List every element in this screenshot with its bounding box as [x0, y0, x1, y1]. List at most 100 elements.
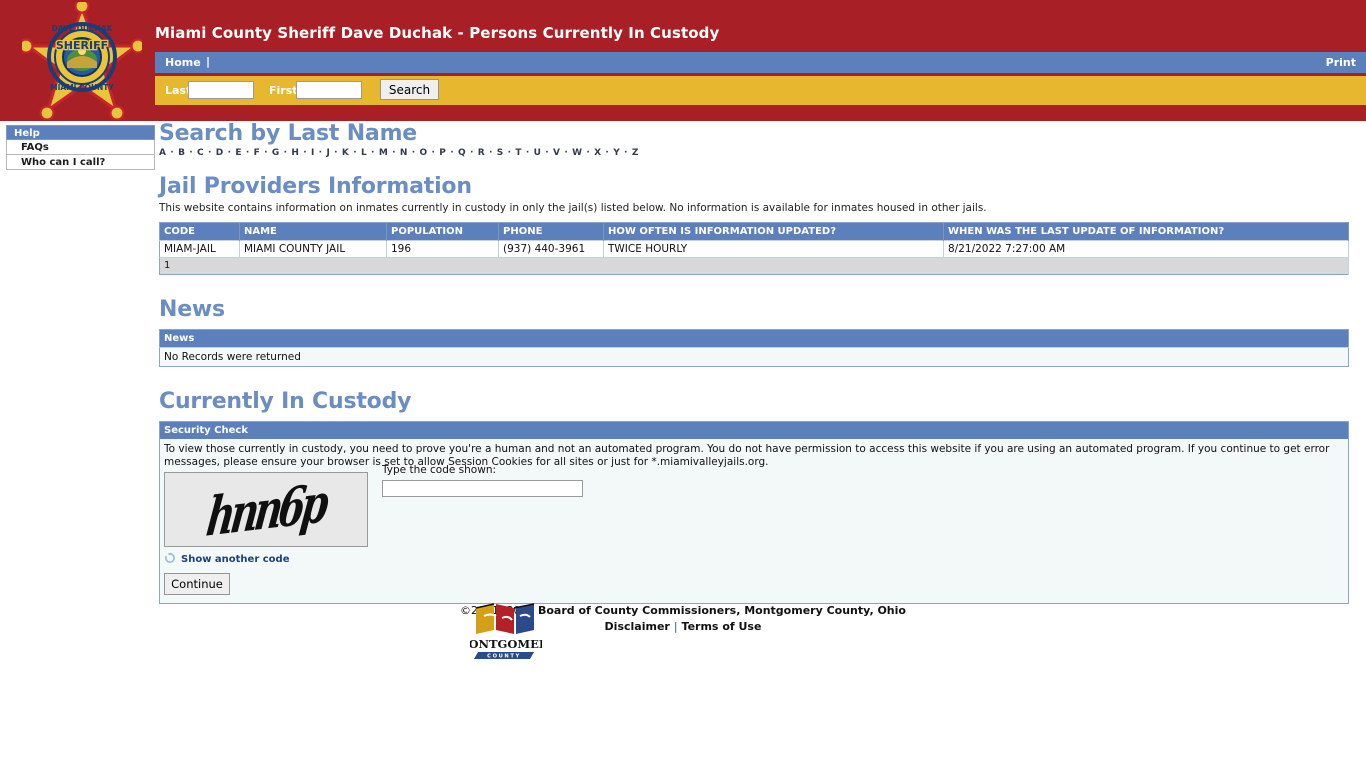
- primary-nav: Home | Print: [155, 52, 1366, 73]
- captcha-image: hnn6p: [164, 472, 368, 547]
- montgomery-county-logo: MONTGOMERY COUNTY: [456, 600, 557, 662]
- footer-link-terms-of-use[interactable]: Terms of Use: [682, 620, 762, 633]
- nav-link-print[interactable]: Print: [1326, 56, 1356, 69]
- alpha-separator: ·: [601, 148, 614, 158]
- news-table: News No Records were returned: [159, 329, 1349, 367]
- table-cell: MIAMI COUNTY JAIL: [239, 240, 387, 258]
- alpha-separator: ·: [485, 148, 497, 158]
- alpha-separator: ·: [522, 148, 534, 158]
- alpha-separator: ·: [408, 148, 420, 158]
- alpha-separator: ·: [541, 148, 554, 158]
- nav-separator: |: [206, 55, 211, 68]
- alpha-separator: ·: [242, 148, 254, 158]
- sidebar-item-who-can-i-call[interactable]: Who can I call?: [6, 155, 155, 170]
- help-sidebar: Help FAQs Who can I call?: [6, 125, 155, 170]
- alpha-separator: ·: [466, 148, 478, 158]
- security-check-header: Security Check: [160, 422, 1348, 439]
- show-another-code-label: Show another code: [181, 554, 290, 565]
- alpha-separator: ·: [582, 148, 595, 158]
- alpha-separator: ·: [260, 148, 272, 158]
- show-another-code-link[interactable]: Show another code: [164, 552, 1344, 567]
- sidebar-item-faqs[interactable]: FAQs: [6, 140, 155, 155]
- alpha-separator: ·: [166, 148, 179, 158]
- first-name-label: First: [269, 84, 298, 97]
- alpha-separator: ·: [388, 148, 400, 158]
- table-cell: TWICE HOURLY: [603, 240, 944, 258]
- table-row: MIAM-JAIL MIAMI COUNTY JAIL 196 (937) 440-3…: [159, 240, 1349, 258]
- refresh-icon: [164, 552, 176, 567]
- alpha-separator: ·: [503, 148, 516, 158]
- search-by-last-name-heading: Search by Last Name: [159, 121, 418, 146]
- alpha-separator: ·: [314, 148, 327, 158]
- alpha-link-q[interactable]: Q: [458, 148, 466, 158]
- column-header-when-was-the-last-update-of-information: WHEN WAS THE LAST UPDATE OF INFORMATION?: [943, 222, 1349, 241]
- sidebar-header: Help: [6, 125, 155, 140]
- alpha-separator: ·: [446, 148, 458, 158]
- footer-link-separator: |: [673, 620, 678, 633]
- last-name-input[interactable]: [188, 81, 254, 99]
- sheriff-badge-logo: DAVE DUCHAK SHERIFF MIAMI COUNTY SHERIFF: [18, 0, 146, 121]
- footer-copyright-bold: Board of County Commissioners, Montgomer…: [537, 604, 906, 617]
- alpha-link-m[interactable]: M: [379, 148, 389, 158]
- alpha-link-s[interactable]: S: [497, 148, 504, 158]
- security-check-instructions: To view those currently in custody, you …: [164, 443, 1330, 468]
- first-name-input[interactable]: [296, 81, 362, 99]
- alpha-separator: ·: [349, 148, 361, 158]
- captcha-code-text: hnn6p: [203, 472, 329, 547]
- alpha-link-w[interactable]: W: [572, 148, 583, 158]
- continue-button[interactable]: Continue: [164, 573, 230, 595]
- column-header-code: CODE: [159, 222, 240, 241]
- captcha-code-label: Type the code shown:: [382, 464, 497, 476]
- main-content: Search by Last Name A · B · C · D · E · …: [159, 121, 1349, 604]
- column-header-name: NAME: [239, 222, 387, 241]
- badge-bottom-text: MIAMI COUNTY: [50, 83, 114, 92]
- alpha-link-d[interactable]: D: [216, 148, 224, 158]
- alpha-link-o[interactable]: O: [420, 148, 428, 158]
- badge-top-text: DAVE DUCHAK: [52, 24, 114, 33]
- alpha-separator: ·: [204, 148, 216, 158]
- masthead: DAVE DUCHAK SHERIFF MIAMI COUNTY SHERIFF…: [0, 0, 1366, 121]
- alpha-link-a[interactable]: A: [159, 148, 167, 158]
- column-header-population: POPULATION: [386, 222, 499, 241]
- alpha-link-n[interactable]: N: [400, 148, 408, 158]
- table-pager-row: 1: [159, 257, 1349, 275]
- jail-providers-heading: Jail Providers Information: [159, 174, 472, 199]
- alpha-link-z[interactable]: Z: [632, 148, 639, 158]
- logo-sub-wordmark: COUNTY: [487, 654, 521, 660]
- column-header-phone: PHONE: [498, 222, 604, 241]
- page-footer: MONTGOMERY COUNTY ©2001- 2022 Board of C…: [0, 596, 1366, 660]
- alpha-separator: ·: [620, 148, 632, 158]
- alpha-separator: ·: [560, 148, 573, 158]
- alpha-link-g[interactable]: G: [272, 148, 280, 158]
- logo-wordmark: MONTGOMERY: [470, 637, 542, 651]
- table-header-row: CODE NAME POPULATION PHONE HOW OFTEN IS INFO…: [159, 222, 1349, 241]
- security-check-panel: Security Check To view those currently i…: [159, 421, 1349, 604]
- currently-in-custody-heading: Currently In Custody: [159, 389, 412, 414]
- page-title: Miami County Sheriff Dave Duchak - Perso…: [155, 24, 720, 42]
- svg-text:SHERIFF: SHERIFF: [56, 39, 108, 52]
- alpha-separator: ·: [367, 148, 379, 158]
- table-cell: 196: [386, 240, 499, 258]
- search-button[interactable]: Search: [380, 79, 439, 100]
- nav-link-home[interactable]: Home: [165, 56, 201, 69]
- alpha-link-u[interactable]: U: [534, 148, 542, 158]
- news-heading: News: [159, 297, 225, 322]
- alpha-separator: ·: [279, 148, 292, 158]
- table-cell: (937) 440-3961: [498, 240, 604, 258]
- news-empty-message: No Records were returned: [159, 347, 1349, 367]
- alpha-separator: ·: [330, 148, 342, 158]
- alpha-link-x[interactable]: X: [594, 148, 602, 158]
- jail-providers-description: This website contains information on inm…: [159, 202, 987, 214]
- jail-providers-table: CODE NAME POPULATION PHONE HOW OFTEN IS INFO…: [159, 222, 1349, 275]
- footer-link-disclaimer[interactable]: Disclaimer: [605, 620, 670, 633]
- alphabet-index: A · B · C · D · E · F · G · H · I · J · …: [159, 148, 1349, 158]
- alpha-link-v[interactable]: V: [553, 148, 561, 158]
- pager-page-1[interactable]: 1: [159, 257, 1349, 275]
- alpha-separator: ·: [223, 148, 236, 158]
- captcha-code-input[interactable]: [382, 480, 583, 497]
- news-column-header: News: [159, 329, 1349, 348]
- alpha-link-b[interactable]: B: [178, 148, 185, 158]
- table-cell: 8/21/2022 7:27:00 AM: [943, 240, 1349, 258]
- column-header-how-often-is-information-updated: HOW OFTEN IS INFORMATION UPDATED?: [603, 222, 944, 241]
- alpha-separator: ·: [427, 148, 440, 158]
